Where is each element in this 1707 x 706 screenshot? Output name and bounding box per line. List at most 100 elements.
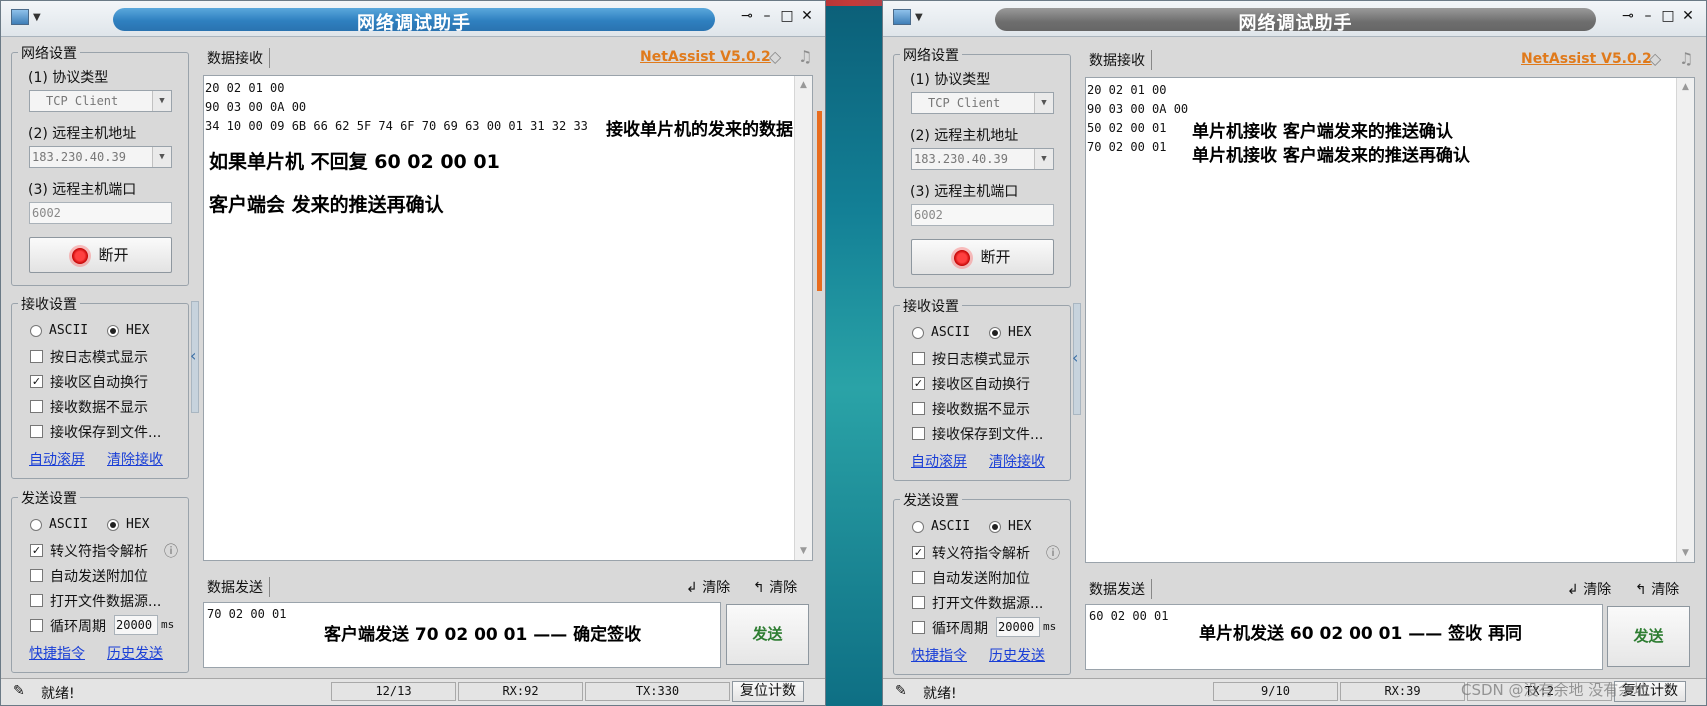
window-title: 网络调试助手 bbox=[1238, 13, 1353, 34]
tab-data-receive[interactable]: 数据接收 bbox=[201, 48, 270, 68]
recv-autowrap-label: 接收区自动换行 bbox=[932, 377, 1030, 393]
recv-line: 34 10 00 09 6B 66 62 5F 74 6F 70 69 63 0… bbox=[205, 119, 588, 133]
pin-icon[interactable]: ⊸ bbox=[737, 8, 757, 24]
chevron-left-icon[interactable]: ‹ bbox=[190, 346, 196, 365]
loop-period-input[interactable]: 20000 bbox=[996, 617, 1040, 637]
title-bar[interactable]: ▼ 网络调试助手 ⊸ – □ ✕ bbox=[1, 1, 825, 37]
maximize-button[interactable]: □ bbox=[1658, 8, 1678, 24]
netassist-window-right: ▼ 网络调试助手 ⊸ – □ ✕ 网络设置 (1) 协议类型 TCP Client ▼… bbox=[882, 0, 1707, 706]
recv-save-file-checkbox[interactable] bbox=[912, 427, 925, 440]
loop-period-checkbox[interactable] bbox=[912, 621, 925, 634]
scroll-down-icon[interactable]: ▼ bbox=[795, 546, 812, 556]
network-settings-group: 网络设置 (1) 协议类型 TCP Client ▼ (2) 远程主机地址 18… bbox=[11, 43, 189, 286]
send-history-link[interactable]: 历史发送 bbox=[989, 645, 1045, 665]
diamond-icon[interactable]: ◇ bbox=[1649, 49, 1661, 68]
auto-scroll-link[interactable]: 自动滚屏 bbox=[29, 449, 85, 469]
recv-hide-checkbox[interactable] bbox=[912, 402, 925, 415]
auto-append-checkbox[interactable] bbox=[912, 571, 925, 584]
status-text: 就绪! bbox=[923, 686, 957, 702]
protocol-select[interactable]: TCP Client ▼ bbox=[29, 90, 172, 112]
brand-link[interactable]: NetAssist V5.0.2 bbox=[1521, 51, 1652, 67]
quick-commands-link[interactable]: 快捷指令 bbox=[29, 643, 85, 663]
recv-hex-radio[interactable] bbox=[107, 325, 119, 337]
scroll-down-icon[interactable]: ▼ bbox=[1677, 548, 1694, 558]
recv-hex-radio[interactable] bbox=[989, 327, 1001, 339]
recv-save-file-checkbox[interactable] bbox=[30, 425, 43, 438]
tab-data-receive[interactable]: 数据接收 bbox=[1083, 50, 1152, 70]
recv-ascii-radio[interactable] bbox=[912, 327, 924, 339]
send-ascii-radio[interactable] bbox=[30, 519, 42, 531]
send-hex-radio[interactable] bbox=[107, 519, 119, 531]
file-source-checkbox[interactable] bbox=[30, 594, 43, 607]
reset-count-button[interactable]: 复位计数 bbox=[732, 681, 804, 702]
recv-autowrap-checkbox[interactable]: ✓ bbox=[30, 375, 43, 388]
chevron-left-icon[interactable]: ‹ bbox=[1072, 348, 1078, 367]
title-bar[interactable]: ▼ 网络调试助手 ⊸ – □ ✕ bbox=[883, 1, 1706, 37]
brand-link[interactable]: NetAssist V5.0.2 bbox=[640, 49, 771, 65]
pin-icon[interactable]: ⊸ bbox=[1618, 8, 1638, 24]
clear-icon: ↲ bbox=[686, 580, 703, 596]
recv-ascii-radio[interactable] bbox=[30, 325, 42, 337]
title-pill: 网络调试助手 bbox=[995, 8, 1596, 34]
send-history-link[interactable]: 历史发送 bbox=[107, 643, 163, 663]
close-button[interactable]: ✕ bbox=[1678, 8, 1698, 24]
tab-data-send[interactable]: 数据发送 bbox=[201, 577, 270, 597]
send-ascii-radio[interactable] bbox=[912, 521, 924, 533]
send-button[interactable]: 发送 bbox=[726, 604, 809, 665]
quick-commands-link[interactable]: 快捷指令 bbox=[911, 645, 967, 665]
loop-period-input[interactable]: 20000 bbox=[114, 615, 158, 635]
send-input[interactable]: 70 02 00 01 客户端发送 70 02 00 01 —— 确定签收 bbox=[203, 602, 721, 668]
clear-send-button[interactable]: ↲ 清除 bbox=[1567, 579, 1611, 599]
scroll-up-icon[interactable]: ▲ bbox=[795, 80, 812, 90]
info-icon[interactable]: ⓘ bbox=[1046, 543, 1060, 563]
send-button[interactable]: 发送 bbox=[1607, 606, 1690, 667]
bell-icon[interactable]: ♫ bbox=[1679, 49, 1693, 68]
clear-receive-link[interactable]: 清除接收 bbox=[107, 449, 163, 469]
auto-append-label: 自动发送附加位 bbox=[932, 571, 1030, 587]
clear-receive-link[interactable]: 清除接收 bbox=[989, 451, 1045, 471]
file-source-checkbox[interactable] bbox=[912, 596, 925, 609]
chevron-down-icon: ▼ bbox=[915, 11, 923, 23]
maximize-button[interactable]: □ bbox=[777, 8, 797, 24]
scroll-up-icon[interactable]: ▲ bbox=[1677, 82, 1694, 92]
clear-send-button[interactable]: ↲ 清除 bbox=[686, 577, 730, 597]
escape-parse-checkbox[interactable]: ✓ bbox=[912, 546, 925, 559]
send-hex-radio[interactable] bbox=[989, 521, 1001, 533]
disconnect-button[interactable]: 断开 bbox=[29, 237, 172, 273]
receive-area[interactable]: 20 02 01 00 90 03 00 0A 00 34 10 00 09 6… bbox=[203, 75, 813, 561]
port-label: (3) 远程主机端口 bbox=[28, 182, 137, 198]
receive-scrollbar[interactable]: ▲ ▼ bbox=[794, 76, 812, 560]
auto-scroll-link[interactable]: 自动滚屏 bbox=[911, 451, 967, 471]
bell-icon[interactable]: ♫ bbox=[798, 47, 812, 66]
host-select[interactable]: 183.230.40.39 ▼ bbox=[911, 148, 1054, 170]
close-button[interactable]: ✕ bbox=[797, 8, 817, 24]
clear-all-button[interactable]: ↰ 清除 bbox=[753, 577, 797, 597]
minimize-button[interactable]: – bbox=[1638, 8, 1658, 24]
escape-parse-checkbox[interactable]: ✓ bbox=[30, 544, 43, 557]
loop-period-checkbox[interactable] bbox=[30, 619, 43, 632]
minimize-button[interactable]: – bbox=[757, 8, 777, 24]
receive-scrollbar[interactable]: ▲ ▼ bbox=[1676, 78, 1694, 562]
disconnect-button[interactable]: 断开 bbox=[911, 239, 1054, 275]
auto-append-checkbox[interactable] bbox=[30, 569, 43, 582]
recv-log-mode-checkbox[interactable] bbox=[912, 352, 925, 365]
group-title: 接收设置 bbox=[18, 294, 80, 314]
protocol-value: TCP Client bbox=[928, 96, 1001, 110]
recv-hide-checkbox[interactable] bbox=[30, 400, 43, 413]
info-icon[interactable]: ⓘ bbox=[164, 541, 178, 561]
diamond-icon[interactable]: ◇ bbox=[769, 47, 781, 66]
port-input[interactable]: 6002 bbox=[29, 202, 172, 224]
recv-log-mode-checkbox[interactable] bbox=[30, 350, 43, 363]
tab-data-send[interactable]: 数据发送 bbox=[1083, 579, 1152, 599]
protocol-label: (1) 协议类型 bbox=[28, 70, 109, 86]
receive-area[interactable]: 20 02 01 00 90 03 00 0A 00 50 02 00 01 7… bbox=[1085, 77, 1695, 563]
send-input[interactable]: 60 02 00 01 单片机发送 60 02 00 01 —— 签收 再同 bbox=[1085, 604, 1603, 670]
host-select[interactable]: 183.230.40.39 ▼ bbox=[29, 146, 172, 168]
system-menu[interactable]: ▼ bbox=[11, 9, 49, 29]
clear-all-button[interactable]: ↰ 清除 bbox=[1635, 579, 1679, 599]
recv-autowrap-checkbox[interactable]: ✓ bbox=[912, 377, 925, 390]
system-menu[interactable]: ▼ bbox=[893, 9, 931, 29]
app-icon bbox=[11, 9, 29, 25]
protocol-select[interactable]: TCP Client ▼ bbox=[911, 92, 1054, 114]
port-input[interactable]: 6002 bbox=[911, 204, 1054, 226]
